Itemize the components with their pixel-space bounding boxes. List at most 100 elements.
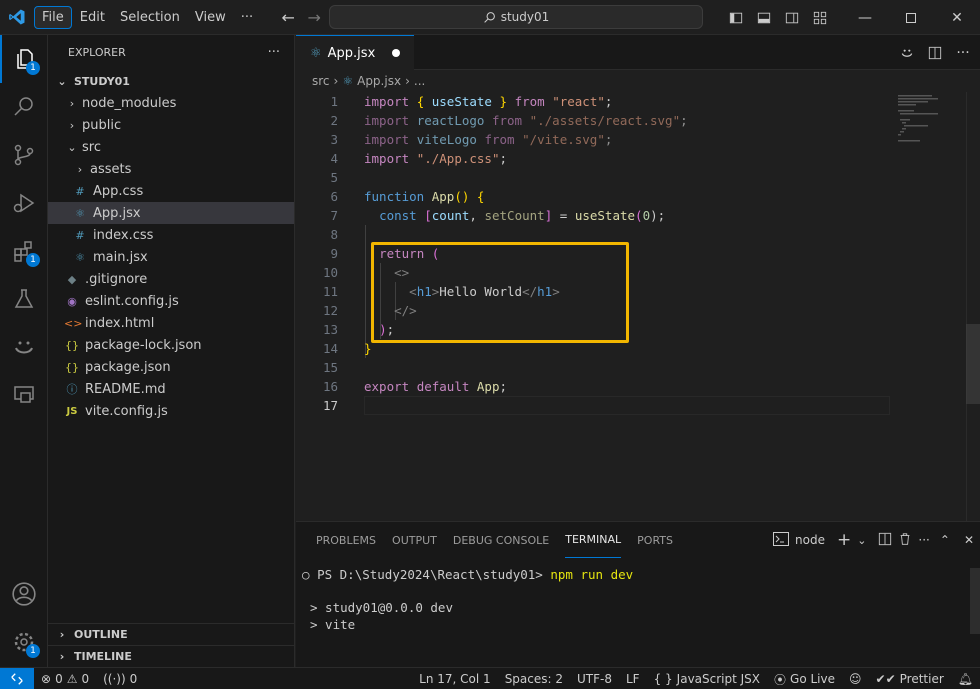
terminal-name[interactable]: node: [795, 533, 825, 547]
tab-ports[interactable]: PORTS: [637, 522, 673, 558]
tree-item-app-css[interactable]: # App.css: [48, 180, 294, 202]
tree-item-index-html[interactable]: <> index.html: [48, 312, 294, 334]
extensions-icon[interactable]: 1: [0, 227, 48, 275]
end-of-line[interactable]: LF: [619, 672, 647, 686]
breadcrumb-more[interactable]: ...: [414, 74, 425, 88]
unsaved-dot-icon[interactable]: [392, 49, 400, 57]
language-mode[interactable]: { } JavaScript JSX: [647, 672, 767, 686]
menu-selection[interactable]: Selection: [113, 7, 187, 28]
line-number: 13: [322, 322, 338, 337]
code-token: import: [364, 151, 410, 166]
command-center-search[interactable]: study01: [329, 5, 703, 29]
tab-debug-console[interactable]: DEBUG CONSOLE: [453, 522, 549, 558]
tree-item-readme[interactable]: ⓘ README.md: [48, 378, 294, 400]
tree-item-gitignore[interactable]: ◆ .gitignore: [48, 268, 294, 290]
source-control-icon[interactable]: [0, 131, 48, 179]
terminal-scrollbar[interactable]: [970, 562, 980, 668]
tree-item-index-css[interactable]: # index.css: [48, 224, 294, 246]
code-token: ,: [469, 208, 477, 223]
copilot-icon[interactable]: [0, 323, 48, 371]
go-live-button[interactable]: ⦿ Go Live: [767, 671, 842, 688]
remote-indicator-icon[interactable]: [0, 667, 34, 689]
timeline-section[interactable]: › TIMELINE: [48, 645, 295, 667]
tree-item-package-lock-json[interactable]: {} package-lock.json: [48, 334, 294, 356]
tab-terminal[interactable]: TERMINAL: [565, 522, 622, 558]
tree-item-src[interactable]: ⌄ src: [48, 136, 294, 158]
indentation[interactable]: Spaces: 2: [498, 672, 570, 686]
manage-gear-icon[interactable]: 1: [0, 618, 48, 666]
minimap[interactable]: [896, 92, 966, 152]
breadcrumb-folder[interactable]: src: [312, 74, 330, 88]
tab-output[interactable]: OUTPUT: [392, 522, 437, 558]
split-editor-icon[interactable]: [924, 42, 946, 64]
tab-problems[interactable]: PROBLEMS: [316, 522, 376, 558]
scrollbar-thumb[interactable]: [966, 324, 980, 404]
explorer-more-button[interactable]: ···: [268, 45, 280, 60]
manage-badge: 1: [26, 644, 40, 658]
more-actions-icon[interactable]: ···: [952, 42, 974, 64]
code-token: export: [364, 379, 410, 394]
tree-item-main-jsx[interactable]: ⚛ main.jsx: [48, 246, 294, 268]
toggle-panel-icon[interactable]: [750, 0, 778, 35]
tree-item-public[interactable]: › public: [48, 114, 294, 136]
forward-arrow-icon[interactable]: →: [301, 8, 327, 27]
toggle-primary-sidebar-icon[interactable]: [722, 0, 750, 35]
maximize-icon[interactable]: [888, 0, 934, 35]
copilot-chat-icon[interactable]: [896, 42, 918, 64]
minimize-icon[interactable]: —: [842, 0, 888, 35]
account-icon[interactable]: [0, 570, 48, 618]
code-token: "react": [552, 94, 605, 109]
react-file-icon: ⚛: [310, 45, 322, 61]
tree-item-app-jsx[interactable]: ⚛ App.jsx: [48, 202, 294, 224]
menu-view[interactable]: View: [188, 7, 233, 28]
menu-edit[interactable]: Edit: [73, 7, 112, 28]
chevron-down-icon[interactable]: ⌄: [857, 534, 866, 547]
new-terminal-plus-icon[interactable]: +: [837, 530, 851, 550]
tree-item-node-modules[interactable]: › node_modules: [48, 92, 294, 114]
code-token: ;: [499, 151, 508, 166]
tree-item-vite-config[interactable]: JS vite.config.js: [48, 400, 294, 422]
terminal-output[interactable]: ○ PS D:\Study2024\React\study01> npm run…: [302, 566, 633, 633]
notifications-bell-icon[interactable]: 🔔︎: [951, 672, 980, 686]
menu-more[interactable]: ···: [234, 7, 260, 28]
ports-status[interactable]: ((·)) 0: [96, 672, 144, 686]
breadcrumb-file[interactable]: App.jsx: [357, 74, 401, 88]
run-debug-icon[interactable]: [0, 179, 48, 227]
close-panel-icon[interactable]: ✕: [964, 533, 974, 547]
tab-app-jsx[interactable]: ⚛ App.jsx: [296, 35, 414, 70]
braces-icon: { }: [653, 672, 673, 686]
workspace-folder-name: STUDY01: [74, 74, 130, 88]
cursor-position[interactable]: Ln 17, Col 1: [412, 672, 498, 686]
workspace-folder[interactable]: ⌄ STUDY01: [48, 70, 294, 92]
search-icon[interactable]: [0, 83, 48, 131]
tree-item-label: eslint.config.js: [85, 293, 179, 309]
prettier-status[interactable]: ✔✔ Prettier: [869, 672, 951, 686]
back-arrow-icon[interactable]: ←: [275, 8, 301, 27]
code-token: {: [416, 94, 425, 109]
toggle-secondary-sidebar-icon[interactable]: [778, 0, 806, 35]
maximize-panel-chevron-up-icon[interactable]: ⌃: [940, 533, 950, 547]
line-number: 5: [330, 170, 338, 185]
menu-file[interactable]: File: [34, 5, 72, 29]
editor-scrollbar[interactable]: [966, 92, 980, 521]
tree-item-package-json[interactable]: {} package.json: [48, 356, 294, 378]
explorer-icon[interactable]: 1: [0, 35, 48, 83]
more-actions-icon[interactable]: ···: [918, 533, 929, 547]
trash-icon[interactable]: [898, 532, 912, 549]
code-token: "./App.css": [416, 151, 500, 166]
testing-flask-icon[interactable]: [0, 275, 48, 323]
code-token: (): [454, 189, 470, 204]
chevron-right-icon: ›: [77, 162, 83, 176]
outline-section[interactable]: › OUTLINE: [48, 623, 295, 645]
chevron-right-icon: ›: [333, 74, 339, 88]
line-number: 16: [322, 379, 338, 394]
remote-explorer-icon[interactable]: [0, 371, 48, 419]
customize-layout-icon[interactable]: [806, 0, 834, 35]
close-icon[interactable]: ✕: [934, 0, 980, 35]
tree-item-assets[interactable]: › assets: [48, 158, 294, 180]
split-terminal-icon[interactable]: [878, 532, 892, 549]
problems-status[interactable]: ⊗ 0 ⚠ 0: [34, 672, 96, 686]
copilot-status-icon[interactable]: ☺: [842, 672, 869, 686]
encoding[interactable]: UTF-8: [570, 672, 619, 686]
tree-item-eslint-config[interactable]: ◉ eslint.config.js: [48, 290, 294, 312]
